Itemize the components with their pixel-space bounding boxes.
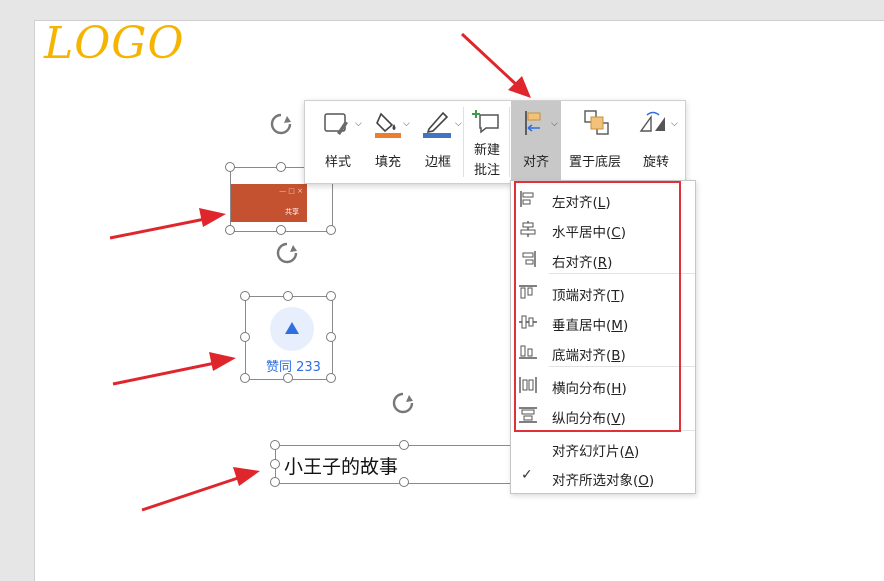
pen-outline-icon: [423, 111, 451, 138]
menu-item-align-to-slide[interactable]: 对齐幻灯片(A): [511, 433, 695, 463]
menu-item-label: 对齐幻灯片(A): [552, 444, 640, 460]
chevron-down-icon: ⌵: [455, 119, 462, 129]
like-button[interactable]: [270, 307, 314, 351]
new-comment-label-line1: 新建: [473, 143, 500, 158]
rotate-button-label: 旋转: [642, 155, 669, 170]
rotate-handle-icon[interactable]: [390, 390, 416, 416]
chevron-down-icon: ⌵: [403, 119, 410, 129]
align-button[interactable]: ⌵ 对齐: [511, 101, 561, 183]
resize-handle[interactable]: [283, 291, 293, 301]
resize-handle[interactable]: [240, 373, 250, 383]
fill-button[interactable]: ⌵ 填充: [363, 101, 413, 183]
resize-handle[interactable]: [326, 291, 336, 301]
new-comment-icon: [472, 110, 499, 134]
send-to-back-button[interactable]: 置于底层: [563, 101, 627, 183]
fill-button-label: 填充: [374, 155, 401, 170]
toolbar-divider: [463, 107, 464, 177]
style-button[interactable]: ⌵ 样式: [311, 101, 365, 183]
new-comment-label-line2: 批注: [473, 163, 500, 178]
highlight-box: [514, 181, 681, 432]
resize-handle[interactable]: [276, 162, 286, 172]
resize-handle[interactable]: [326, 373, 336, 383]
resize-handle[interactable]: [399, 440, 409, 450]
shape-style-icon: [324, 113, 348, 135]
style-button-label: 样式: [324, 155, 351, 170]
triangle-up-icon: [285, 322, 299, 334]
menu-item-label: 对齐所选对象(O): [552, 473, 655, 489]
resize-handle[interactable]: [240, 332, 250, 342]
resize-handle[interactable]: [276, 225, 286, 235]
resize-handle[interactable]: [399, 477, 409, 487]
like-count-label: 赞同 233: [266, 360, 321, 375]
chevron-down-icon: ⌵: [551, 119, 558, 129]
border-button[interactable]: ⌵ 边框: [413, 101, 463, 183]
story-text-box[interactable]: 小王子的故事: [284, 452, 398, 479]
new-comment-button[interactable]: 新建 批注: [465, 101, 509, 183]
resize-handle[interactable]: [240, 291, 250, 301]
rotate-handle-icon[interactable]: [268, 111, 294, 137]
chevron-down-icon: ⌵: [355, 119, 362, 129]
border-button-label: 边框: [424, 155, 451, 170]
resize-handle[interactable]: [225, 162, 235, 172]
menu-item-align-selected-objects[interactable]: ✓ 对齐所选对象(O): [511, 462, 695, 492]
resize-handle[interactable]: [270, 459, 280, 469]
send-to-back-label: 置于底层: [568, 155, 621, 170]
resize-handle[interactable]: [283, 373, 293, 383]
rotate-button[interactable]: ⌵ 旋转: [629, 101, 683, 183]
send-to-back-icon: [584, 110, 609, 135]
resize-handle[interactable]: [326, 225, 336, 235]
rotate-shape-icon: [639, 111, 665, 132]
chevron-down-icon: ⌵: [671, 119, 678, 129]
align-left-icon: [525, 111, 541, 135]
resize-handle[interactable]: [225, 225, 235, 235]
align-button-label: 对齐: [522, 155, 549, 170]
toolbar-divider: [509, 107, 510, 177]
rotate-handle-icon[interactable]: [274, 240, 300, 266]
logo-text[interactable]: LOGO: [44, 18, 185, 69]
checkmark-icon: ✓: [521, 467, 533, 483]
resize-handle[interactable]: [270, 440, 280, 450]
resize-handle[interactable]: [270, 477, 280, 487]
resize-handle[interactable]: [326, 332, 336, 342]
paint-bucket-icon: [375, 112, 401, 138]
mini-toolbar: ⌵ 样式 ⌵ 填充 ⌵ 边框 新建 批注 ⌵ 对齐 置于底层 ⌵ 旋转: [304, 100, 686, 184]
